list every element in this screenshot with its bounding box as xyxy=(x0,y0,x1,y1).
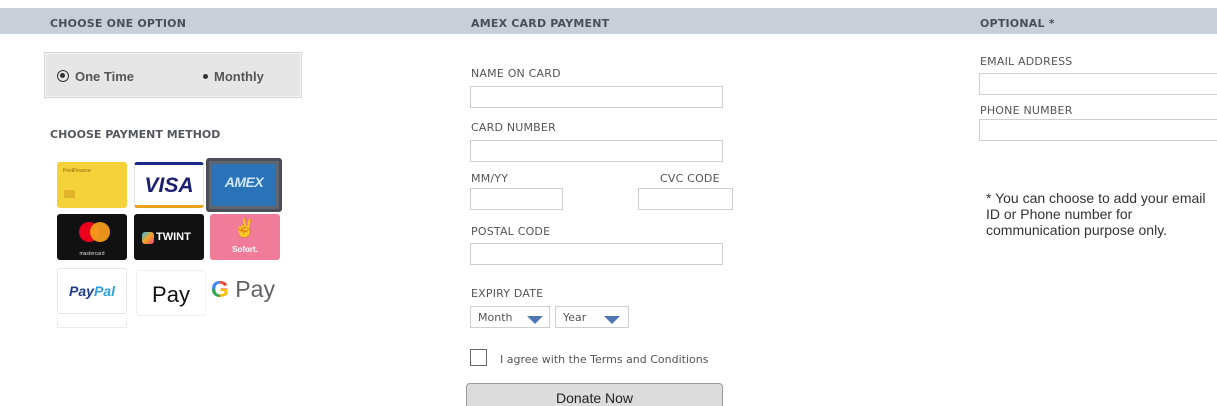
paypal-pay: Pay xyxy=(69,283,94,299)
name-on-card-label: NAME ON CARD xyxy=(471,67,561,80)
applepay-logo: Pay xyxy=(137,282,205,308)
sofort-tile[interactable]: ✌ Sofort. xyxy=(210,214,280,260)
donate-now-button[interactable]: Donate Now xyxy=(466,383,723,406)
choose-option-title: CHOOSE ONE OPTION xyxy=(50,17,187,30)
google-g-icon: G xyxy=(211,276,229,302)
expiry-date-label: EXPIRY DATE xyxy=(471,287,544,300)
googlepay-label: Pay xyxy=(228,276,275,302)
year-select-value: Year xyxy=(563,311,587,324)
visa-tile[interactable]: VISA xyxy=(134,162,204,208)
amex-tile[interactable]: AMEX xyxy=(206,158,282,212)
bullet-icon[interactable] xyxy=(203,74,208,79)
radio-selected-icon[interactable] xyxy=(57,70,69,82)
twint-icon xyxy=(142,232,154,244)
monthly-label: Monthly xyxy=(214,69,264,84)
card-number-input[interactable] xyxy=(470,140,723,162)
one-time-option[interactable]: One Time xyxy=(57,69,134,84)
visa-logo: VISA xyxy=(144,174,194,197)
email-label: EMAIL ADDRESS xyxy=(980,55,1073,68)
sofort-logo: Sofort. xyxy=(232,245,258,254)
month-select[interactable]: Month xyxy=(470,306,550,328)
name-on-card-input[interactable] xyxy=(470,86,723,108)
googlepay-logo: G Pay xyxy=(208,276,278,303)
cvc-label: CVC CODE xyxy=(660,172,720,185)
googlepay-tile[interactable]: G Pay xyxy=(208,268,278,314)
paypal-pal: Pal xyxy=(93,283,115,299)
phone-label: PHONE NUMBER xyxy=(980,104,1073,117)
terms-checkbox[interactable] xyxy=(470,349,487,366)
email-input[interactable] xyxy=(979,73,1217,95)
month-select-value: Month xyxy=(478,311,513,324)
cvc-input[interactable] xyxy=(638,188,733,210)
twint-logo: TWINT xyxy=(156,231,191,243)
paypal-tile[interactable]: PayPal xyxy=(57,268,127,314)
payment-list-overflow xyxy=(57,318,127,328)
twint-tile[interactable]: TWINT xyxy=(134,214,204,260)
mastercard-logo-text: mastercard xyxy=(79,251,105,257)
year-select[interactable]: Year xyxy=(555,306,629,328)
applepay-tile[interactable]: Pay xyxy=(136,270,206,316)
one-time-label: One Time xyxy=(75,69,135,84)
applepay-label: Pay xyxy=(152,282,190,307)
postal-code-label: POSTAL CODE xyxy=(471,225,551,238)
caret-down-icon xyxy=(527,316,543,324)
mastercard-orange-circle-icon xyxy=(90,222,110,242)
amex-logo-bg: AMEX xyxy=(212,164,276,206)
monthly-option[interactable]: Monthly xyxy=(203,69,264,84)
card-number-label: CARD NUMBER xyxy=(471,121,556,134)
postal-code-input[interactable] xyxy=(470,243,723,265)
caret-down-icon xyxy=(604,316,620,324)
mmyy-input[interactable] xyxy=(470,188,563,210)
amex-logo: AMEX xyxy=(224,174,264,190)
postfinance-tile[interactable]: PostFinance xyxy=(57,162,127,208)
payment-method-title: CHOOSE PAYMENT METHOD xyxy=(50,128,221,141)
optional-note: * You can choose to add your email ID or… xyxy=(986,190,1206,238)
mmyy-label: MM/YY xyxy=(471,172,509,185)
mastercard-tile[interactable]: mastercard xyxy=(57,214,127,260)
phone-input[interactable] xyxy=(979,119,1217,141)
victory-hand-icon: ✌ xyxy=(233,218,257,238)
optional-title: OPTIONAL * xyxy=(980,17,1055,30)
card-chip-icon xyxy=(64,190,75,198)
postfinance-logo-text: PostFinance xyxy=(63,168,91,174)
amex-payment-title: AMEX CARD PAYMENT xyxy=(471,17,610,30)
terms-label: I agree with the Terms and Conditions xyxy=(500,353,709,366)
frequency-selector: One Time Monthly xyxy=(44,52,302,98)
paypal-logo: PayPal xyxy=(58,283,126,299)
